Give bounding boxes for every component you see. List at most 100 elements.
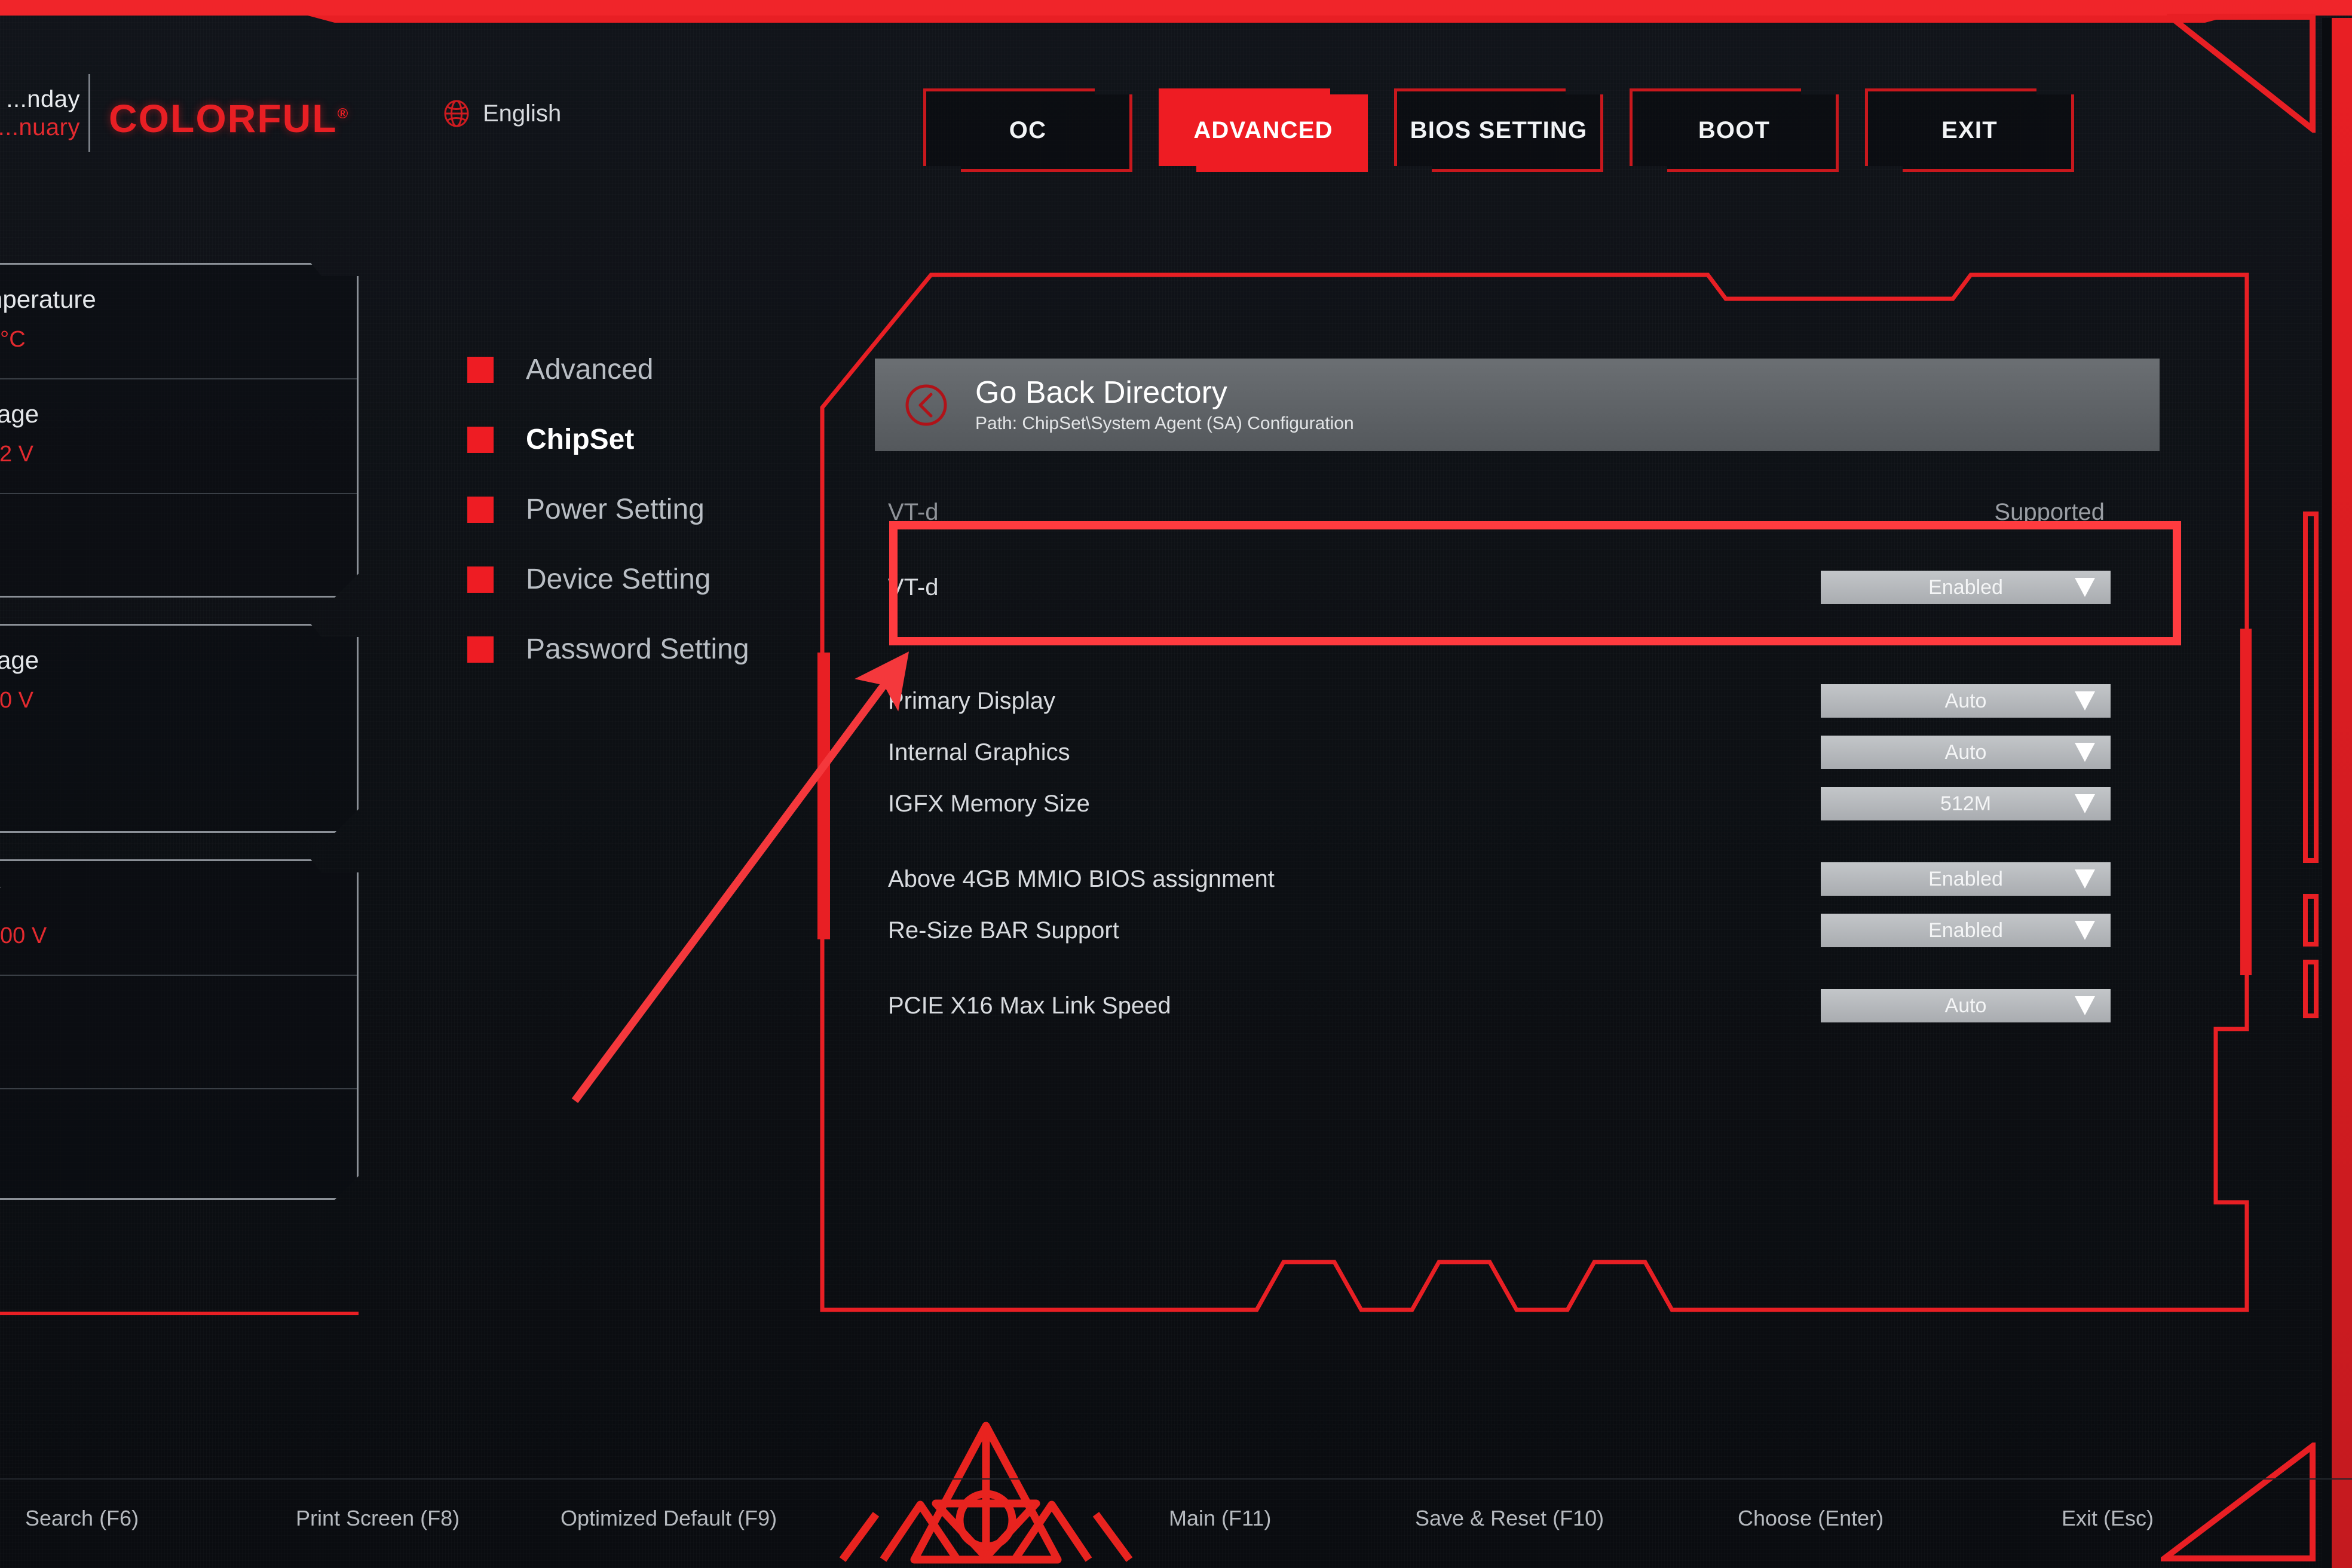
menu-item-password-setting[interactable]: Password Setting (467, 614, 749, 684)
menu-item-label: Advanced (526, 354, 654, 385)
dropdown-value: Enabled (1928, 918, 2003, 942)
bullet-square-icon (467, 426, 494, 453)
setting-row-pcie-x16-max-link-speed[interactable]: PCIE X16 Max Link Speed Auto (888, 980, 2143, 1031)
sensor-label: +5V (0, 881, 357, 910)
sensor-value: 1.100 V (0, 688, 33, 713)
setting-row-internal-graphics[interactable]: Internal Graphics Auto (888, 727, 2143, 778)
setting-row-vtd[interactable]: VT-d Enabled (888, 562, 2143, 613)
chevron-down-icon (2075, 794, 2095, 813)
sensor-label: Voltage (0, 400, 39, 428)
sensor-label: Temperature (2, 285, 96, 313)
sensor-red-underline (0, 1312, 359, 1315)
chevron-down-icon (2075, 996, 2095, 1015)
sensor-panel-memory: Voltage 1.100 V (0, 624, 359, 833)
category-menu: Advanced ChipSet Power Setting Device Se… (467, 335, 749, 684)
hotkey-save-reset[interactable]: Save & Reset (F10) (1415, 1506, 1604, 1531)
date-month: ...nuary (0, 114, 80, 141)
registered-mark: ® (337, 106, 350, 122)
menu-item-chipset[interactable]: ChipSet (467, 405, 749, 474)
hotkey-main[interactable]: Main (F11) (1169, 1506, 1271, 1531)
dropdown-resize-bar-support[interactable]: Enabled (1821, 914, 2111, 947)
sensor-value: 1.342 V (0, 442, 33, 467)
row-gap (888, 829, 2143, 853)
menu-item-label: Password Setting (526, 633, 749, 665)
dropdown-pcie-x16-max-link-speed[interactable]: Auto (1821, 989, 2111, 1022)
setting-static-value: Supported (1994, 498, 2105, 525)
dropdown-value: Enabled (1928, 867, 2003, 890)
menu-item-label: Device Setting (526, 564, 711, 595)
chevron-down-icon (2075, 578, 2095, 597)
tab-boot[interactable]: BOOT (1630, 88, 1839, 172)
dropdown-value: Auto (1944, 689, 1987, 712)
sensor-label: Voltage (0, 646, 39, 674)
setting-row-igfx-memory-size[interactable]: IGFX Memory Size 512M (888, 778, 2143, 829)
sensor-row: Temperature +44 °C (0, 265, 357, 379)
footer-hotkey-bar: Search (F6) Print Screen (F8) Optimized … (0, 1478, 2352, 1568)
tab-label: BIOS SETTING (1410, 117, 1588, 143)
tab-label: BOOT (1698, 117, 1771, 143)
date-weekday: ...nday (6, 86, 80, 112)
setting-row-above-4gb-mmio[interactable]: Above 4GB MMIO BIOS assignment Enabled (888, 853, 2143, 905)
menu-item-power-setting[interactable]: Power Setting (467, 474, 749, 544)
dropdown-primary-display[interactable]: Auto (1821, 684, 2111, 718)
setting-label: Above 4GB MMIO BIOS assignment (888, 865, 1275, 892)
go-back-title: Go Back Directory (975, 375, 1227, 411)
brand-name: COLORFUL (109, 96, 338, 140)
chevron-down-icon (2075, 691, 2095, 710)
sensor-panel-cpu: Temperature +44 °C Voltage 1.342 V (0, 263, 359, 598)
chevron-down-icon (2075, 743, 2095, 762)
settings-content: Go Back Directory Path: ChipSet\System A… (817, 270, 2252, 1364)
language-selector[interactable]: English (442, 99, 561, 128)
top-red-strip (0, 0, 2352, 16)
sensor-value: +44 °C (0, 327, 26, 352)
setting-label: PCIE X16 Max Link Speed (888, 992, 1171, 1019)
setting-row-primary-display[interactable]: Primary Display Auto (888, 675, 2143, 727)
tab-label: EXIT (1941, 117, 1998, 143)
tab-bios-setting[interactable]: BIOS SETTING (1394, 88, 1603, 172)
sensor-value: +5.000 V (0, 923, 47, 948)
chevron-down-icon (2075, 921, 2095, 940)
go-back-text: Go Back Directory Path: ChipSet\System A… (975, 376, 1354, 433)
main-nav-tabs: OC ADVANCED BIOS SETTING BOOT EXIT (923, 88, 2074, 172)
go-back-directory-button[interactable]: Go Back Directory Path: ChipSet\System A… (875, 359, 2160, 451)
dropdown-vtd[interactable]: Enabled (1821, 571, 2111, 604)
globe-icon (444, 100, 469, 127)
row-gap (888, 613, 2143, 644)
sensor-panel-power: +5V +5.000 V (0, 859, 359, 1200)
dropdown-internal-graphics[interactable]: Auto (1821, 736, 2111, 769)
row-gap (888, 644, 2143, 675)
right-red-edge-bar (2332, 18, 2352, 1568)
dropdown-value: Enabled (1928, 575, 2003, 599)
hotkey-choose[interactable]: Choose (Enter) (1738, 1506, 1884, 1531)
sensor-row: +5V +5.000 V (0, 861, 357, 976)
scrollbar[interactable] (2301, 490, 2325, 1028)
dropdown-above-4gb-mmio[interactable]: Enabled (1821, 862, 2111, 896)
settings-rows: VT-d Supported VT-d Enabled Primary Disp… (888, 486, 2143, 1031)
bullet-square-icon (467, 566, 494, 593)
menu-item-device-setting[interactable]: Device Setting (467, 544, 749, 614)
dropdown-value: Auto (1944, 740, 1987, 764)
brand-logo: COLORFUL® (109, 96, 349, 141)
header-divider (88, 74, 90, 152)
menu-item-advanced[interactable]: Advanced (467, 335, 749, 405)
setting-label: VT-d (888, 574, 939, 601)
setting-label: Internal Graphics (888, 739, 1070, 765)
tab-oc[interactable]: OC (923, 88, 1132, 172)
dropdown-igfx-memory-size[interactable]: 512M (1821, 787, 2111, 820)
row-gap (888, 538, 2143, 562)
hotkey-search[interactable]: Search (F6) (25, 1506, 139, 1531)
back-arrow-circle-icon (905, 384, 947, 425)
language-label: English (483, 100, 562, 127)
bullet-square-icon (467, 496, 494, 523)
chevron-down-icon (2075, 869, 2095, 889)
tab-advanced[interactable]: ADVANCED (1159, 88, 1368, 172)
hotkey-print-screen[interactable]: Print Screen (F8) (296, 1506, 460, 1531)
setting-label: Primary Display (888, 687, 1056, 714)
tab-exit[interactable]: EXIT (1865, 88, 2074, 172)
hotkey-optimized-default[interactable]: Optimized Default (F9) (561, 1506, 777, 1531)
hotkey-exit[interactable]: Exit (Esc) (2062, 1506, 2154, 1531)
setting-row-resize-bar-support[interactable]: Re-Size BAR Support Enabled (888, 905, 2143, 956)
row-gap (888, 956, 2143, 980)
menu-item-label: ChipSet (526, 424, 635, 455)
tab-label: ADVANCED (1193, 117, 1333, 143)
